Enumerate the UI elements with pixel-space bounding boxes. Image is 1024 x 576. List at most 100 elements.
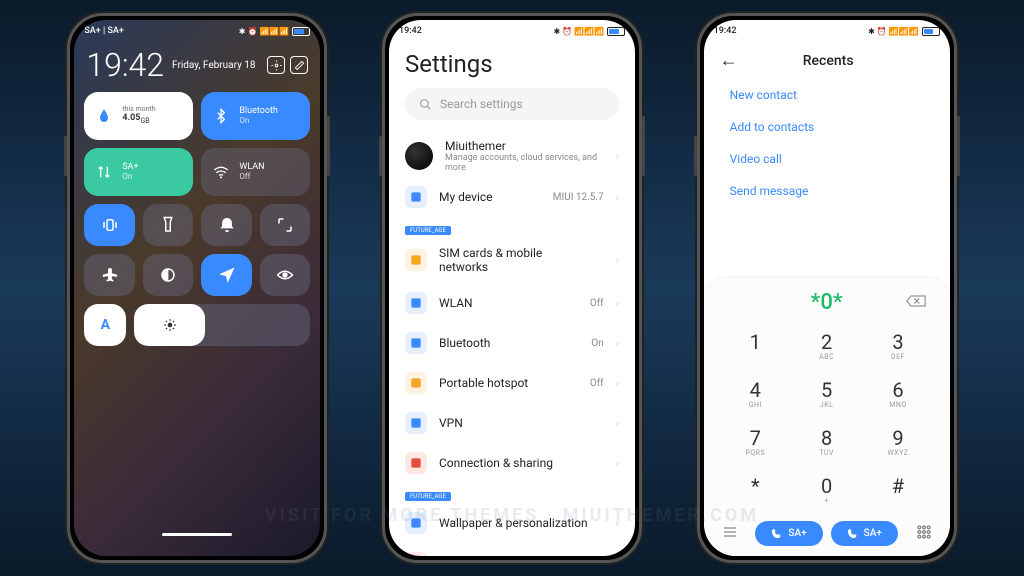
settings-list: My deviceMIUI 12.5.7› FUTURE_AGE SIM cards… [389,182,635,556]
large-tiles: this month4.05GB BluetoothOn SA+On WLANO… [74,92,320,196]
time-label: 19:42 [714,26,737,36]
call-button-sim1[interactable]: SA+ [755,521,822,546]
brightness-slider[interactable] [134,304,310,346]
clock-row: 19:42 Friday, February 18 [74,42,320,92]
keypad-key[interactable]: 4GHI [720,369,791,417]
keypad-key[interactable]: 1 [720,321,791,369]
chevron-icon: › [616,377,619,390]
dark-mode-tile[interactable] [143,254,194,296]
wifi-icon [211,164,231,180]
clock-time: 19:42 [86,46,164,84]
account-row[interactable]: MiuithemerManage accounts, cloud service… [389,130,635,182]
recents-menu-item[interactable]: Video call [704,143,950,175]
search-input[interactable]: Search settings [405,88,619,120]
recents-menu-item[interactable]: New contact [704,79,950,111]
settings-screen: 19:42 ✱ ⏰ 📶📶📶 Settings Search settings M… [389,20,635,556]
keypad-key[interactable]: 3DEF [862,321,933,369]
status-icons: ✱ ⏰ 📶📶📶 [553,27,625,36]
setting-icon [405,292,427,314]
chevron-icon: › [616,191,619,204]
keypad-key[interactable]: * [720,465,791,513]
battery-icon [607,27,625,36]
battery-icon [292,27,310,36]
setting-row[interactable]: Wallpaper & personalization› [389,503,635,543]
keypad-key[interactable]: 9WXYZ [862,417,933,465]
settings-icon[interactable] [267,56,285,74]
setting-row[interactable]: Connection & sharing› [389,443,635,483]
setting-row[interactable]: Portable hotspotOff› [389,363,635,403]
back-icon[interactable]: ← [720,50,738,71]
phone-control-center: SA+ | SA+ ✱ ⏰ 📶📶📶 19:42 Friday, February… [67,13,327,563]
recents-title: Recents [758,53,899,69]
status-bar: 19:42 ✱ ⏰ 📶📶📶 [389,20,635,42]
screenshot-tile[interactable] [260,204,311,246]
control-center-screen: SA+ | SA+ ✱ ⏰ 📶📶📶 19:42 Friday, February… [74,20,320,556]
keypad-key[interactable]: 6MNO [862,369,933,417]
eye-care-tile[interactable] [260,254,311,296]
vibrate-tile[interactable] [84,204,135,246]
chevron-icon: › [616,417,619,430]
recents-menu-item[interactable]: Send message [704,175,950,207]
recents-menu-item[interactable]: Add to contacts [704,111,950,143]
keypad-key[interactable]: 7PQRS [720,417,791,465]
setting-row[interactable]: SIM cards & mobile networks› [389,237,635,283]
call-button-sim2[interactable]: SA+ [831,521,898,546]
carrier-label: SA+ | SA+ [84,26,124,36]
setting-row[interactable]: VPN› [389,403,635,443]
clock-date: Friday, February 18 [172,60,262,71]
status-icons: ✱ ⏰ 📶📶📶 [868,27,940,36]
section-tag: FUTURE_AGE [405,492,451,501]
airplane-tile[interactable] [84,254,135,296]
setting-row[interactable]: My deviceMIUI 12.5.7› [389,182,635,217]
setting-row[interactable]: Always-on display & Lock› [389,543,635,556]
search-placeholder: Search settings [440,97,523,111]
setting-icon [405,412,427,434]
setting-icon [405,552,427,556]
bluetooth-tile[interactable]: BluetoothOn [201,92,310,140]
mobile-data-icon [94,164,114,180]
time-label: 19:42 [399,26,422,36]
recents-header: ← Recents [704,42,950,79]
flashlight-tile[interactable] [143,204,194,246]
search-icon [419,98,432,111]
water-drop-icon [94,108,114,124]
chevron-icon: › [616,517,619,530]
edit-icon[interactable] [290,56,308,74]
dnd-tile[interactable] [201,204,252,246]
keypad-key[interactable]: 0+ [791,465,862,513]
keypad-key[interactable]: 8TUV [791,417,862,465]
phone-dialer: 19:42 ✱ ⏰ 📶📶📶 ← Recents New contactAdd t… [697,13,957,563]
keypad-key[interactable]: 2ABC [791,321,862,369]
small-tiles [74,204,320,296]
phone-settings: 19:42 ✱ ⏰ 📶📶📶 Settings Search settings M… [382,13,642,563]
backspace-button[interactable] [906,293,926,312]
dialer-screen: 19:42 ✱ ⏰ 📶📶📶 ← Recents New contactAdd t… [704,20,950,556]
mobile-data-tile[interactable]: SA+On [84,148,193,196]
chevron-icon: › [616,337,619,350]
setting-icon [405,372,427,394]
section-tag: FUTURE_AGE [405,226,451,235]
keypad-toggle-icon[interactable] [916,524,932,544]
dialed-row: *0* [704,284,950,321]
setting-row[interactable]: BluetoothOn› [389,323,635,363]
chevron-icon: › [616,297,619,310]
menu-icon[interactable] [722,524,738,544]
sun-icon [163,318,177,332]
status-bar: 19:42 ✱ ⏰ 📶📶📶 [704,20,950,42]
data-usage-tile[interactable]: this month4.05GB [84,92,193,140]
dialed-number: *0* [811,290,843,315]
brightness-row: A [74,304,320,346]
recents-menu: New contactAdd to contactsVideo callSend… [704,79,950,207]
setting-row[interactable]: WLANOff› [389,283,635,323]
keypad-key[interactable]: 5JKL [791,369,862,417]
setting-icon [405,452,427,474]
wlan-tile[interactable]: WLANOff [201,148,310,196]
location-tile[interactable] [201,254,252,296]
chevron-icon: › [616,150,619,163]
keypad-key[interactable]: # [862,465,933,513]
home-indicator[interactable] [162,533,232,536]
chevron-icon: › [616,254,619,267]
setting-icon [405,249,427,271]
auto-brightness-button[interactable]: A [84,304,126,346]
avatar-icon [405,142,433,170]
